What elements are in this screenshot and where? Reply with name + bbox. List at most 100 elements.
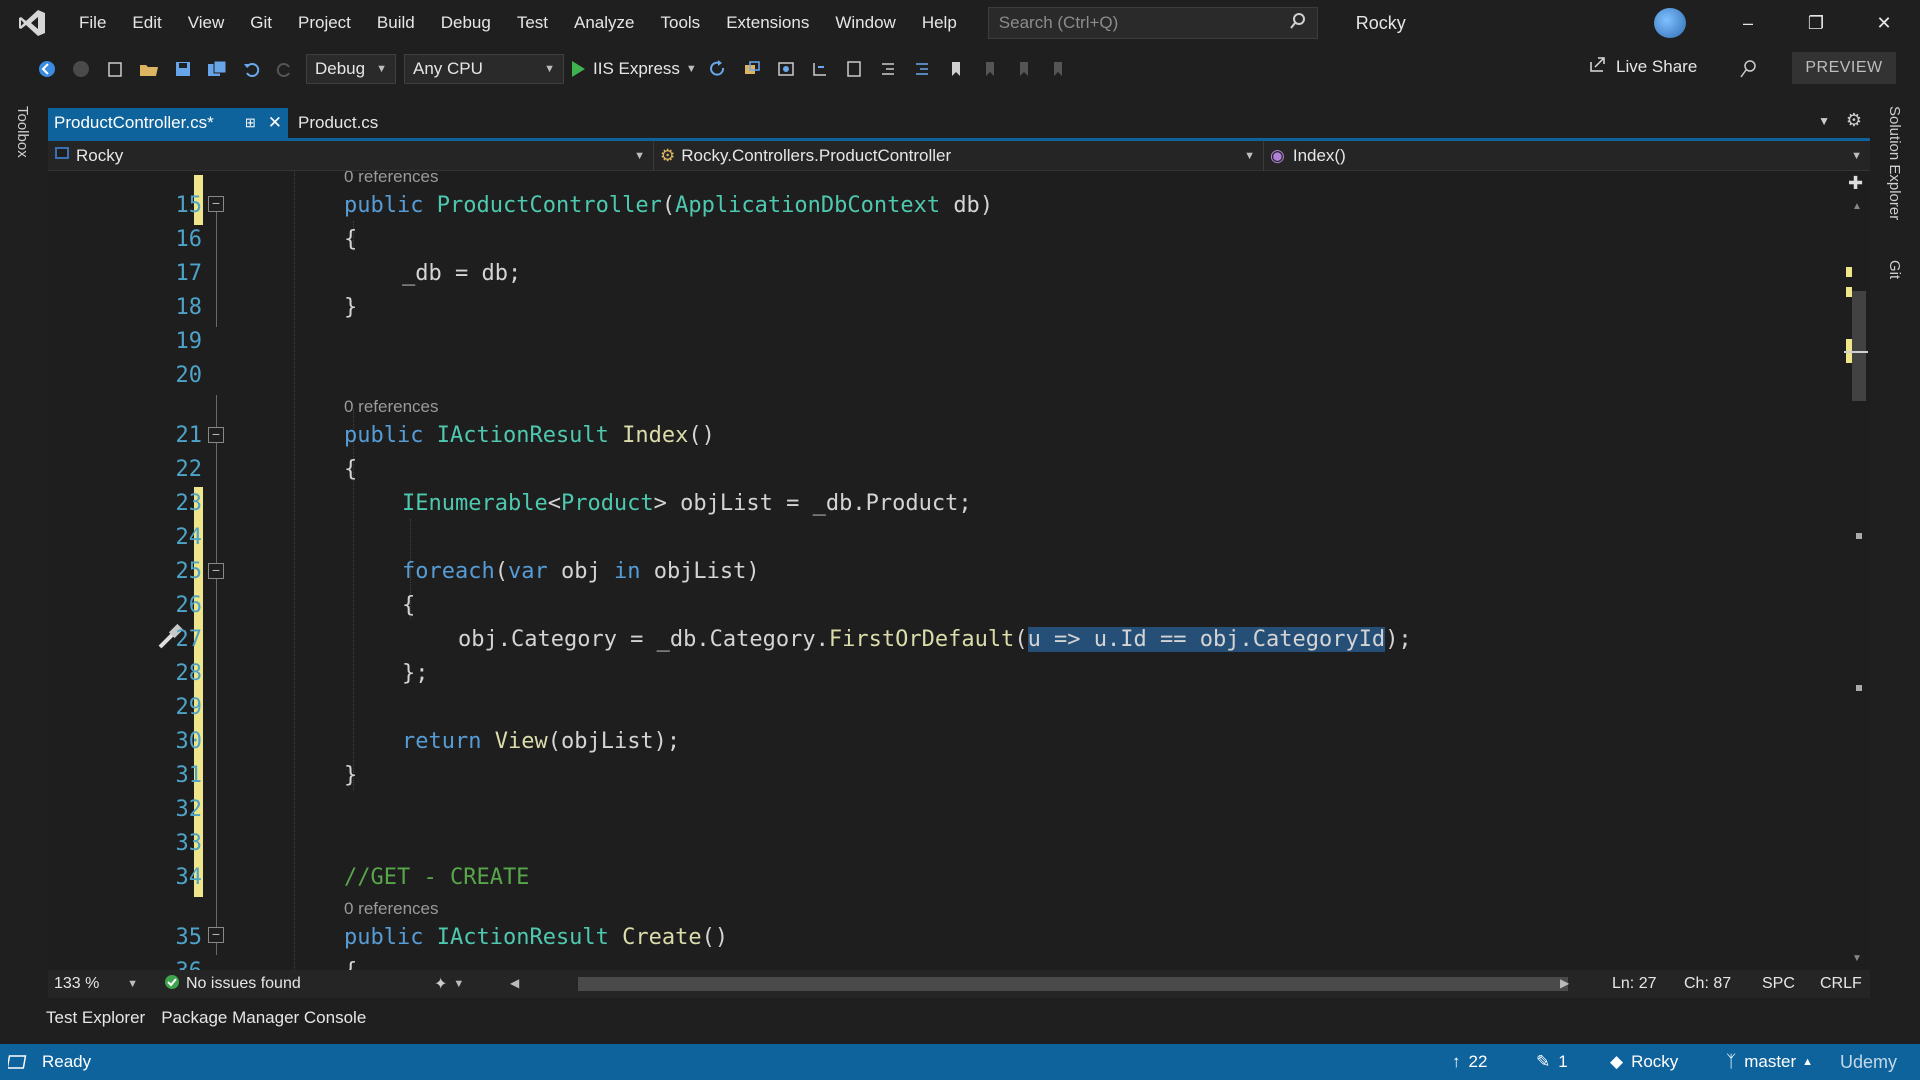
menu-build[interactable]: Build bbox=[364, 0, 428, 46]
minimize-button[interactable]: – bbox=[1720, 0, 1776, 46]
branch-icon: ᛉ bbox=[1726, 1052, 1737, 1071]
menu-view[interactable]: View bbox=[175, 0, 238, 46]
search-placeholder: Search (Ctrl+Q) bbox=[998, 13, 1119, 32]
bookmark-icon[interactable] bbox=[941, 54, 971, 84]
menu-git[interactable]: Git bbox=[237, 0, 285, 46]
toolbox-tab[interactable]: Toolbox bbox=[14, 106, 31, 158]
tab-product[interactable]: Product.cs bbox=[288, 108, 384, 138]
unpushed-commits-indicator[interactable]: ↑ 22 bbox=[1452, 1044, 1487, 1080]
branch-name: master bbox=[1744, 1052, 1797, 1071]
zoom-dropdown[interactable]: 133 % ▼ bbox=[48, 970, 144, 998]
line-number: 30 bbox=[175, 729, 203, 754]
code-line: 17 _db = db; bbox=[48, 257, 1842, 291]
step-into-icon[interactable] bbox=[805, 54, 835, 84]
chevron-up-icon: ▲ bbox=[1802, 1056, 1814, 1068]
horizontal-scrollbar[interactable] bbox=[578, 977, 1568, 991]
tab-productcontroller[interactable]: ProductController.cs* ⊞ ✕ bbox=[48, 108, 288, 138]
previous-bookmark-icon[interactable] bbox=[975, 54, 1005, 84]
scrollbar-thumb[interactable] bbox=[1852, 291, 1866, 401]
menu-debug[interactable]: Debug bbox=[428, 0, 504, 46]
code-lens-references[interactable]: 0 references bbox=[344, 899, 439, 919]
navigate-forward-icon[interactable] bbox=[66, 54, 96, 84]
pending-changes-indicator[interactable]: ✎ 1 bbox=[1536, 1044, 1568, 1080]
next-bookmark-icon[interactable] bbox=[1009, 54, 1039, 84]
project-dropdown[interactable]: Rocky ▼ bbox=[48, 140, 654, 171]
tab-package-manager-console[interactable]: Package Manager Console bbox=[153, 1008, 374, 1028]
close-window-button[interactable]: ✕ bbox=[1856, 0, 1912, 46]
menu-help[interactable]: Help bbox=[909, 0, 970, 46]
line-indicator[interactable]: Ln: 27 bbox=[1612, 975, 1656, 993]
branch-indicator[interactable]: ᛉ master ▲ bbox=[1726, 1044, 1813, 1080]
outdent-icon[interactable] bbox=[873, 54, 903, 84]
line-number: 24 bbox=[175, 525, 203, 550]
code-text: public IActionResult Index() bbox=[344, 423, 715, 448]
whitespace-indicator[interactable]: SPC bbox=[1762, 975, 1795, 993]
code-comment: //GET - CREATE bbox=[344, 865, 530, 890]
repo-name: Rocky bbox=[1631, 1052, 1679, 1071]
status-bar: Ready ↑ 22 ✎ 1 ◆ Rocky ᛉ master ▲ Udemy bbox=[0, 1044, 1920, 1080]
menu-file[interactable]: File bbox=[66, 0, 119, 46]
vertical-scrollbar[interactable]: ✚ ▲ ▼ bbox=[1842, 171, 1870, 970]
scroll-up-icon[interactable]: ▲ bbox=[1852, 201, 1862, 212]
member-dropdown[interactable]: ◉ Index() ▼ bbox=[1264, 141, 1870, 171]
status-ready: Ready bbox=[42, 1052, 92, 1071]
undo-icon[interactable] bbox=[236, 54, 266, 84]
type-dropdown[interactable]: ⚙ Rocky.Controllers.ProductController ▼ bbox=[654, 140, 1264, 171]
open-folder-icon[interactable] bbox=[134, 54, 164, 84]
code-editor[interactable]: − − − − 0 references 15 public ProductCo… bbox=[48, 171, 1842, 970]
new-project-icon[interactable] bbox=[100, 54, 130, 84]
line-ending-indicator[interactable]: CRLF bbox=[1820, 975, 1862, 993]
output-icon[interactable] bbox=[8, 1044, 30, 1080]
solution-platform-dropdown[interactable]: Any CPU ▼ bbox=[404, 54, 564, 84]
menu-tools[interactable]: Tools bbox=[648, 0, 714, 46]
navigate-back-icon[interactable] bbox=[32, 54, 62, 84]
format-document-icon[interactable] bbox=[839, 54, 869, 84]
tab-test-explorer[interactable]: Test Explorer bbox=[38, 1008, 153, 1028]
scrollbar-thumb[interactable] bbox=[578, 977, 1568, 991]
code-lens-references[interactable]: 0 references bbox=[344, 397, 439, 417]
scroll-left-icon[interactable]: ◀ bbox=[510, 976, 519, 990]
indent-icon[interactable] bbox=[907, 54, 937, 84]
menu-extensions[interactable]: Extensions bbox=[713, 0, 822, 46]
feedback-icon[interactable] bbox=[1734, 54, 1764, 84]
pin-icon[interactable]: ⊞ bbox=[245, 115, 256, 131]
menu-edit[interactable]: Edit bbox=[119, 0, 174, 46]
save-all-icon[interactable] bbox=[202, 54, 232, 84]
scroll-down-icon[interactable]: ▼ bbox=[1852, 953, 1862, 964]
scroll-right-icon[interactable]: ▶ bbox=[1560, 976, 1569, 990]
column-indicator[interactable]: Ch: 87 bbox=[1684, 975, 1731, 993]
browser-link-icon[interactable] bbox=[737, 54, 767, 84]
clear-bookmarks-icon[interactable] bbox=[1043, 54, 1073, 84]
preview-button[interactable]: PREVIEW bbox=[1792, 52, 1896, 84]
play-icon bbox=[572, 61, 585, 77]
split-window-icon[interactable]: ✚ bbox=[1848, 173, 1863, 194]
menu-project[interactable]: Project bbox=[285, 0, 364, 46]
code-line: 25 foreach(var obj in objList) bbox=[48, 555, 1842, 589]
tab-overflow-dropdown-icon[interactable]: ▼ bbox=[1818, 114, 1830, 128]
code-text: } bbox=[344, 295, 358, 320]
solution-explorer-tab[interactable]: Solution Explorer bbox=[1886, 106, 1903, 220]
live-share-button[interactable]: Live Share bbox=[1588, 54, 1697, 79]
solution-configuration-dropdown[interactable]: Debug ▼ bbox=[306, 54, 396, 84]
code-text: public ProductController(ApplicationDbCo… bbox=[344, 193, 994, 218]
menu-window[interactable]: Window bbox=[822, 0, 908, 46]
screenshot-icon[interactable] bbox=[771, 54, 801, 84]
redo-icon[interactable] bbox=[270, 54, 300, 84]
close-icon[interactable]: ✕ bbox=[268, 113, 282, 133]
issues-indicator[interactable]: No issues found bbox=[158, 970, 307, 998]
search-input[interactable]: Search (Ctrl+Q) bbox=[987, 7, 1318, 39]
start-debugging-button[interactable]: IIS Express ▼ bbox=[572, 59, 697, 79]
gear-icon[interactable]: ⚙ bbox=[1846, 110, 1862, 131]
code-line: 20 bbox=[48, 359, 1842, 393]
refresh-icon[interactable] bbox=[703, 54, 733, 84]
save-icon[interactable] bbox=[168, 54, 198, 84]
menu-test[interactable]: Test bbox=[504, 0, 561, 46]
git-changes-tab[interactable]: Git bbox=[1886, 260, 1903, 279]
restore-button[interactable]: ❐ bbox=[1788, 0, 1844, 46]
menu-analyze[interactable]: Analyze bbox=[561, 0, 647, 46]
account-avatar[interactable] bbox=[1654, 8, 1686, 38]
code-line: 31 } bbox=[48, 759, 1842, 793]
repository-indicator[interactable]: ◆ Rocky bbox=[1610, 1044, 1678, 1080]
code-lens-references[interactable]: 0 references bbox=[344, 171, 439, 187]
code-cleanup-dropdown[interactable]: ✦ ▼ bbox=[428, 970, 470, 998]
